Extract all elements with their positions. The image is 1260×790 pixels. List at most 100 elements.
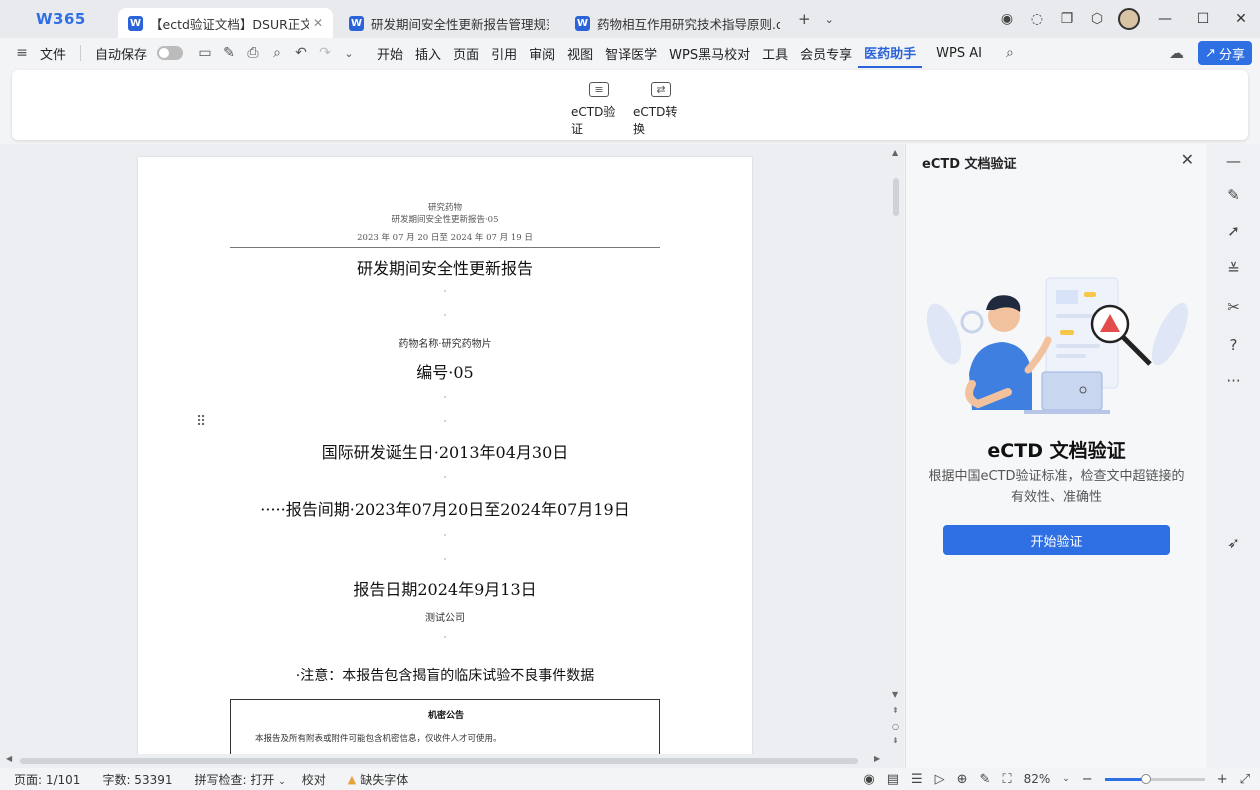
fit-page-icon[interactable]: ⛶	[1002, 772, 1011, 787]
tab-drug-interaction[interactable]: W 药物相互作用研究技术指导原则.docx	[565, 8, 790, 38]
menu-pharma-assistant[interactable]: 医药助手	[858, 38, 923, 68]
menu-file[interactable]: 文件	[34, 38, 72, 68]
close-panel-icon[interactable]: ✕	[1181, 150, 1194, 169]
empty-paragraph: ·	[443, 633, 447, 643]
ribbon: ≡ eCTD验证 ⇄ eCTD转换	[12, 70, 1248, 140]
zoom-slider-knob[interactable]	[1140, 773, 1151, 784]
search-icon[interactable]: ⌕	[998, 38, 1022, 68]
play-icon[interactable]: ▷	[935, 772, 945, 787]
menu-medical-translate[interactable]: 智译医学	[599, 38, 663, 68]
page-indicator[interactable]: 页面: 1/101	[0, 771, 88, 788]
zoom-in-icon[interactable]: +	[1217, 772, 1228, 787]
menu-insert[interactable]: 插入	[409, 38, 447, 68]
game-icon[interactable]: ◉	[992, 0, 1022, 38]
menu-view[interactable]: 视图	[561, 38, 599, 68]
start-validation-button[interactable]: 开始验证	[943, 525, 1170, 555]
document-page[interactable]: 研究药物 研发期间安全性更新报告·05 2023 年 07 月 20 日至 20…	[138, 157, 752, 754]
menu-bar: ≡ 文件 自动保存 ▭ ✎ ⎙ ⌕ ↶ ↷ ⌄ 开始 插入 页面 引用 审阅 视…	[0, 38, 1260, 68]
maximize-icon[interactable]: ☐	[1184, 0, 1222, 38]
vertical-scrollbar[interactable]: ▲ ▼ ⇞ ○ ⇟	[888, 144, 904, 754]
app-logo[interactable]: W365	[0, 0, 110, 38]
select-arrow-icon[interactable]: ➚	[1207, 222, 1260, 240]
outline-icon[interactable]: ☰	[911, 772, 923, 787]
page-view-icon[interactable]: ▤	[887, 772, 899, 787]
tools-icon[interactable]: ✂	[1207, 298, 1260, 316]
more-quick-icon[interactable]: ⌄	[337, 38, 361, 68]
hamburger-icon[interactable]: ≡	[10, 38, 34, 68]
ectd-validate-button[interactable]: ≡ eCTD验证	[571, 82, 627, 136]
zoom-slider[interactable]	[1104, 773, 1205, 784]
tab-dsur-guideline[interactable]: W 研发期间安全性更新报告管理规范（	[339, 8, 559, 38]
scroll-up-icon[interactable]: ▲	[892, 148, 898, 157]
zoom-slider-fill	[1104, 777, 1146, 781]
word-doc-icon: W	[349, 15, 364, 31]
writing-icon[interactable]: ✎	[980, 772, 991, 787]
menu-review[interactable]: 审阅	[523, 38, 561, 68]
print-preview-icon[interactable]: ⌕	[265, 38, 289, 68]
fullscreen-icon[interactable]: ⤢	[1240, 772, 1250, 787]
close-tab-icon[interactable]: ✕	[313, 16, 323, 30]
more-icon[interactable]: ···	[1207, 372, 1260, 390]
undo-icon[interactable]: ↶	[289, 38, 313, 68]
proofread-status[interactable]: 校对	[294, 771, 334, 788]
scroll-right-icon[interactable]: ▶	[874, 754, 880, 763]
new-tab-icon[interactable]: +	[798, 10, 811, 28]
word-count[interactable]: 字数: 53391	[94, 771, 180, 788]
confidential-notice: ·注意：本报告包含揭盲的临床试验不良事件数据	[295, 668, 595, 684]
menu-member[interactable]: 会员专享	[794, 38, 858, 68]
share-button[interactable]: ↗ 分享	[1198, 41, 1252, 65]
window-icon[interactable]: ❐	[1052, 0, 1082, 38]
save-icon[interactable]: ▭	[193, 38, 217, 68]
redo-icon[interactable]: ↷	[313, 38, 337, 68]
web-view-icon[interactable]: ⊕	[957, 772, 968, 787]
cube-icon[interactable]: ⬡	[1082, 0, 1112, 38]
drag-handle-icon[interactable]: ⠿	[196, 414, 206, 430]
report-date: 报告日期2024年9月13日	[353, 580, 537, 599]
panel-description: 根据中国eCTD验证标准，检查文中超链接的有效性、准确性	[928, 469, 1185, 505]
confidential-box: 机密公告 本报告及所有附表或附件可能包含机密信息，仅收件人才可使用。	[230, 699, 660, 754]
ectd-convert-button[interactable]: ⇄ eCTD转换	[633, 82, 689, 136]
user-avatar[interactable]	[1118, 8, 1140, 30]
header-line-2: 研发期间安全性更新报告·05	[391, 215, 499, 225]
close-window-icon[interactable]: ✕	[1222, 0, 1260, 38]
format-painter-icon[interactable]: ✎	[217, 38, 241, 68]
minimize-icon[interactable]: —	[1146, 0, 1184, 38]
pen-icon[interactable]: ✎	[1207, 186, 1260, 204]
menu-page[interactable]: 页面	[447, 38, 485, 68]
panel-heading: eCTD 文档验证	[987, 440, 1126, 462]
scroll-down-icon[interactable]: ▼	[892, 690, 898, 699]
convert-doc-icon: ⇄	[651, 82, 671, 97]
empty-paragraph: ·	[443, 531, 447, 541]
empty-paragraph: ·	[443, 417, 447, 427]
scroll-left-icon[interactable]: ◀	[6, 754, 12, 763]
spell-check[interactable]: 拼写检查: 打开 ⌄	[187, 771, 294, 788]
menu-wps-ai[interactable]: WPS AI	[930, 38, 988, 68]
select-browse-icon[interactable]: ○	[892, 722, 899, 731]
zoom-level[interactable]: 82%	[1024, 772, 1051, 786]
zoom-dropdown-icon[interactable]: ⌄	[1062, 774, 1070, 784]
document-area[interactable]: 研究药物 研发期间安全性更新报告·05 2023 年 07 月 20 日至 20…	[0, 144, 904, 754]
company-name: 测试公司	[425, 613, 465, 624]
horizontal-scrollbar[interactable]: ◀ ▶	[0, 754, 904, 768]
missing-font-status[interactable]: 缺失字体	[360, 771, 408, 788]
menu-proofread[interactable]: WPS黑马校对	[663, 38, 756, 68]
empty-paragraph: ·	[443, 555, 447, 565]
vertical-scroll-thumb[interactable]	[893, 178, 899, 216]
cloud-icon[interactable]: ☁	[1169, 44, 1184, 62]
tab-list-icon[interactable]: ⌄	[825, 13, 834, 26]
collapse-icon[interactable]: —	[1207, 152, 1260, 170]
menu-reference[interactable]: 引用	[485, 38, 523, 68]
eye-icon[interactable]: ◉	[863, 772, 874, 787]
horizontal-scroll-thumb[interactable]	[20, 758, 858, 764]
prev-page-icon[interactable]: ⇞	[892, 706, 899, 715]
print-icon[interactable]: ⎙	[241, 38, 265, 68]
chat-icon[interactable]: ◌	[1022, 0, 1052, 38]
menu-home[interactable]: 开始	[371, 38, 409, 68]
adjust-icon[interactable]: ≚	[1207, 260, 1260, 278]
tab-ectd-doc[interactable]: W 【ectd验证文档】DSUR正文.doc ✕	[118, 8, 333, 38]
help-icon[interactable]: ?	[1207, 336, 1260, 354]
autosave-toggle[interactable]	[157, 46, 184, 60]
zoom-out-icon[interactable]: −	[1082, 772, 1093, 787]
next-page-icon[interactable]: ⇟	[892, 736, 899, 745]
menu-tools[interactable]: 工具	[756, 38, 794, 68]
